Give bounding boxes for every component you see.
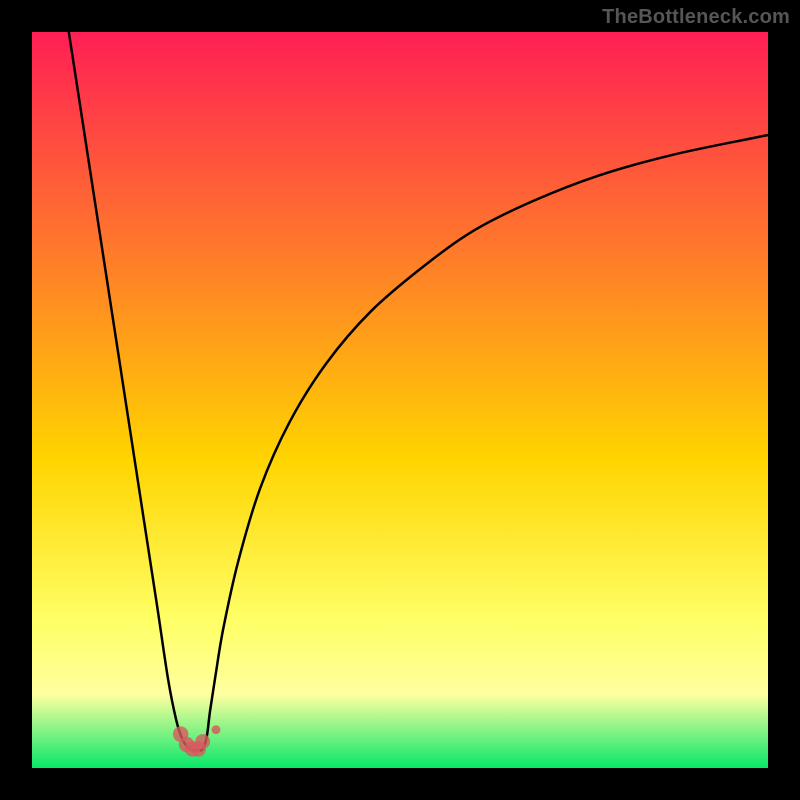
plot-area bbox=[32, 32, 768, 768]
chart-frame: TheBottleneck.com bbox=[0, 0, 800, 800]
chart-svg bbox=[32, 32, 768, 768]
gradient-background bbox=[32, 32, 768, 768]
attribution-label: TheBottleneck.com bbox=[602, 6, 790, 29]
small-right-dot bbox=[212, 725, 221, 734]
valley-right-inner bbox=[195, 734, 210, 749]
